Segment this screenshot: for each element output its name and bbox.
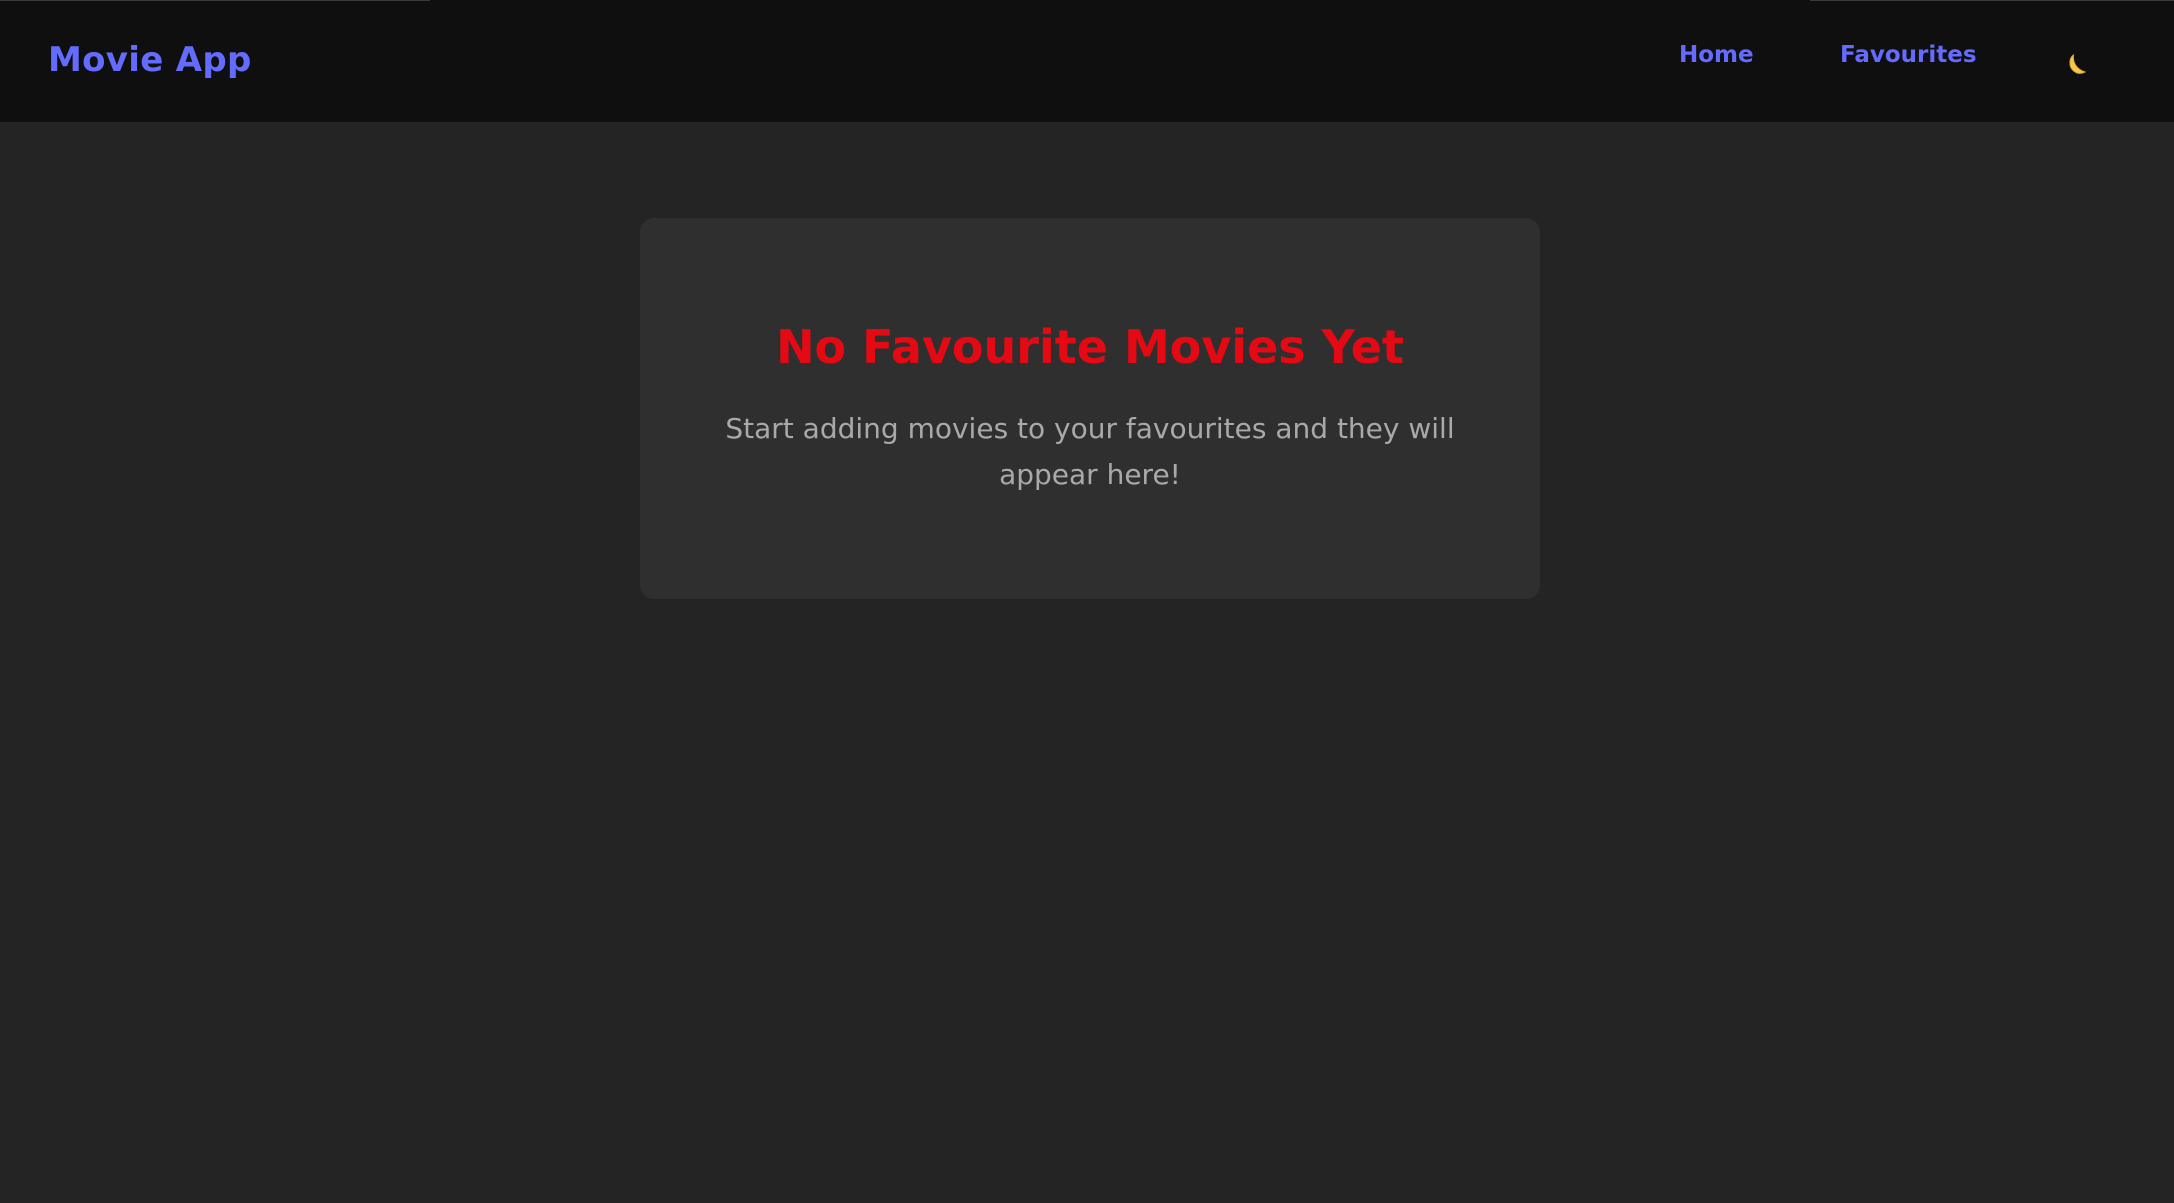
navbar-top-edge [0,0,430,1]
theme-toggle-button[interactable] [2060,46,2096,82]
nav-links: Home Favourites [0,42,2174,82]
nav-link-favourites[interactable]: Favourites [1840,42,1977,70]
navbar-top-edge [1810,0,2174,1]
empty-state-title: No Favourite Movies Yet [776,320,1404,374]
empty-favourites-card: No Favourite Movies Yet Start adding mov… [640,218,1540,599]
main-content: No Favourite Movies Yet Start adding mov… [0,122,2174,1203]
nav-link-home[interactable]: Home [1679,42,1754,70]
empty-state-message: Start adding movies to your favourites a… [725,412,1455,491]
moon-icon-svg [2069,53,2087,74]
moon-icon [2060,53,2096,85]
navbar: Movie App Home Favourites [0,0,2174,122]
